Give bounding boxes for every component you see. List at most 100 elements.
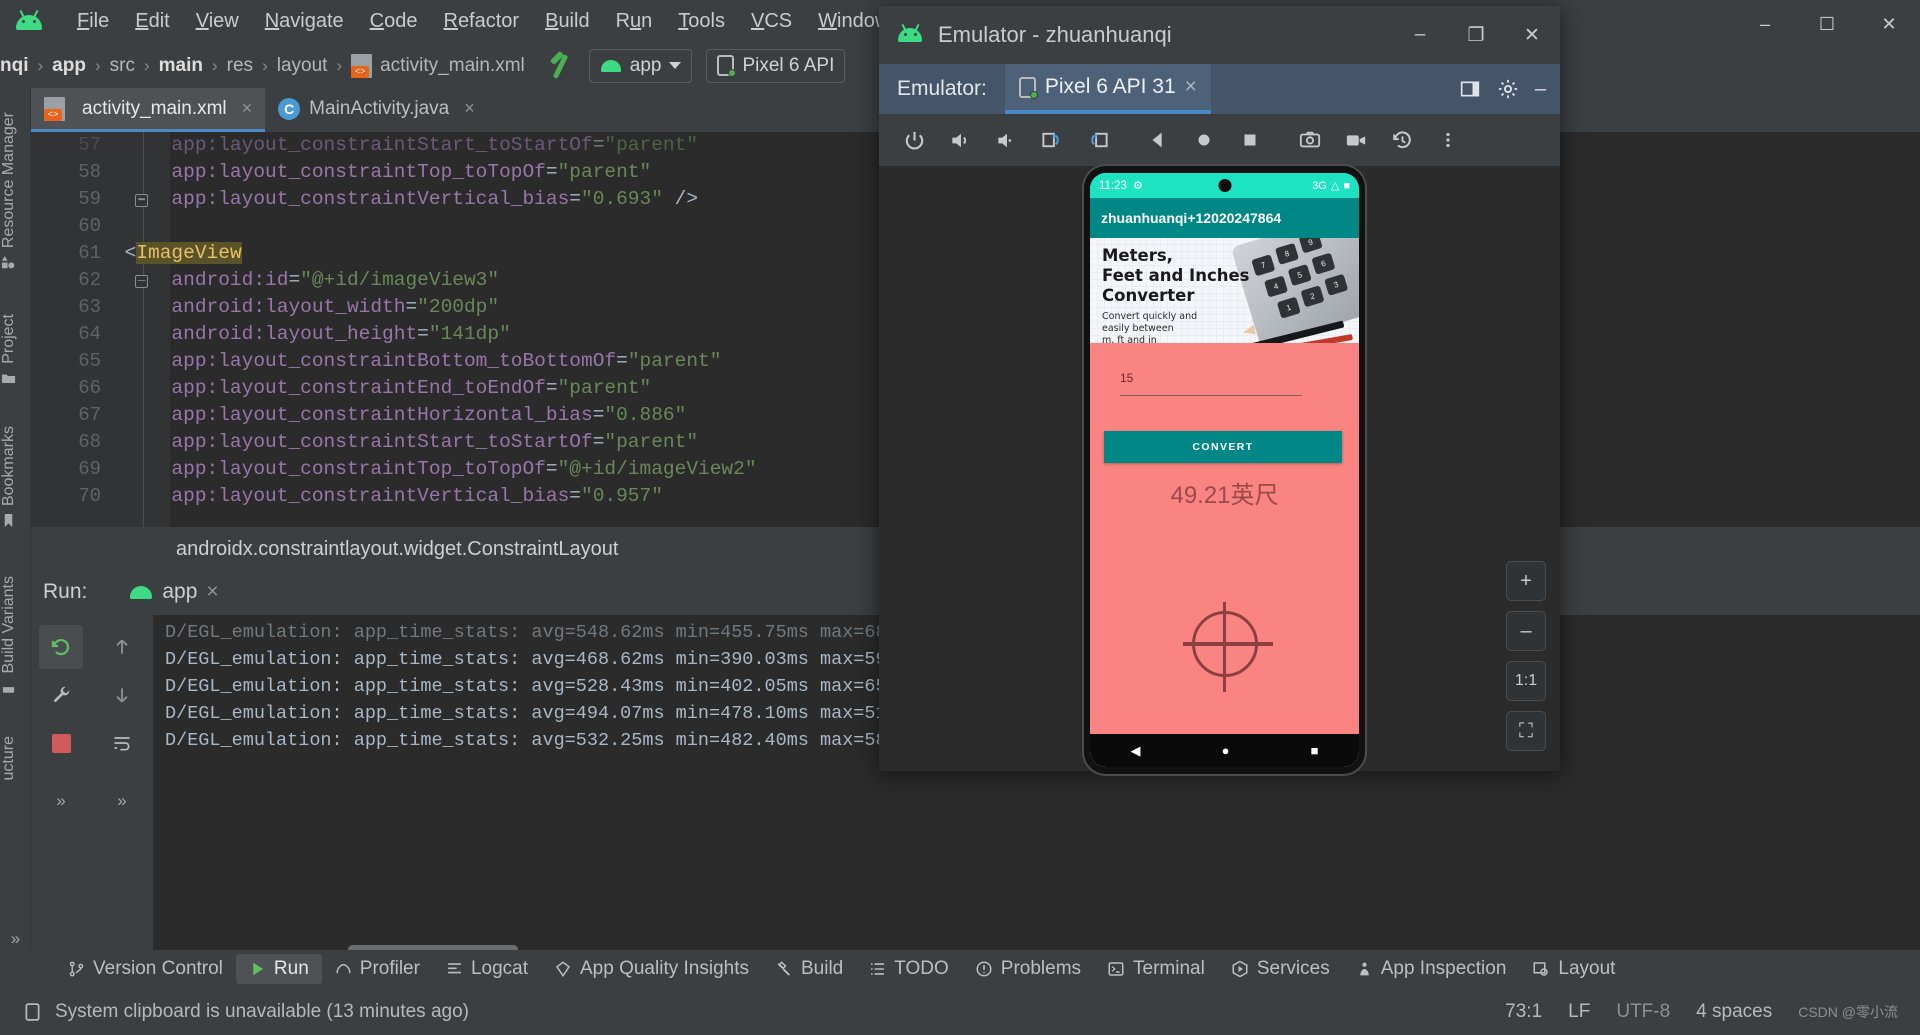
menu-edit[interactable]: Edit [122,8,182,35]
run-more-button[interactable]: » [39,779,83,823]
run-tab-close-icon[interactable]: × [206,580,218,604]
code-line[interactable]: android:id="@+id/imageView3" [31,267,499,294]
device-selector[interactable]: Pixel 6 API [706,49,845,83]
power-button[interactable] [891,117,937,163]
emulator-maximize-button[interactable]: ❐ [1448,10,1504,60]
bottom-tab-layout-inspector[interactable]: Layout [1519,954,1628,984]
breadcrumb-item-project[interactable]: nqi [0,55,29,77]
code-line[interactable]: app:layout_constraintEnd_toEndOf="parent… [31,375,651,402]
soft-wrap-button[interactable] [100,721,144,765]
breadcrumb-item-res[interactable]: res [227,55,253,77]
code-line[interactable]: app:layout_constraintVertical_bias="0.69… [31,186,698,213]
ide-close-button[interactable]: ✕ [1858,4,1920,44]
menu-file[interactable]: File [64,8,122,35]
indent-setting[interactable]: 4 spaces [1696,1001,1772,1023]
ide-minimize-button[interactable]: – [1734,4,1796,44]
menu-tools[interactable]: Tools [665,8,738,35]
home-button[interactable] [1181,117,1227,163]
menu-code[interactable]: Code [357,8,431,35]
bottom-tab-app-quality-insights[interactable]: App Quality Insights [541,954,762,984]
value-input-wrapper[interactable]: 15 [1120,371,1302,396]
record-button[interactable] [1333,117,1379,163]
bottom-tab-services[interactable]: Services [1218,954,1343,984]
bottom-tab-todo[interactable]: TODO [856,954,962,984]
file-encoding[interactable]: UTF-8 [1616,1001,1670,1023]
tab-activity-main-xml[interactable]: <> activity_main.xml × [31,88,265,132]
emulator-minimize-button[interactable]: – [1392,10,1448,60]
stop-button[interactable] [39,721,83,765]
bottom-tab-run[interactable]: Run [236,954,322,984]
zoom-actual-button[interactable]: 1:1 [1506,661,1546,701]
sidebar-item-bookmarks[interactable]: Bookmarks [0,418,18,536]
rail-expand-button[interactable]: » [0,929,31,949]
code-line[interactable]: app:layout_constraintStart_toStartOf="pa… [31,132,698,159]
screenshot-button[interactable] [1287,117,1333,163]
more-button[interactable] [1425,117,1471,163]
zoom-out-button[interactable]: – [1506,611,1546,651]
sidebar-item-project[interactable]: Project [0,306,18,394]
sidebar-item-resource-manager[interactable]: Resource Manager [0,104,18,278]
emulator-tab-close-icon[interactable]: × [1185,75,1197,99]
emulator-close-button[interactable]: ✕ [1504,10,1560,60]
breadcrumb-item-src[interactable]: src [110,55,135,77]
run-more-button-2[interactable]: » [100,779,144,823]
rotate-left-button[interactable] [1029,117,1075,163]
scroll-down-button[interactable] [100,673,144,717]
back-button[interactable] [1135,117,1181,163]
phone-screen[interactable]: 11:23 ⚙ 3G △ ■ zhuanhuanqi+12020247864 7… [1090,173,1359,767]
run-tab-app[interactable]: app × [101,580,218,604]
volume-down-button[interactable] [983,117,1029,163]
bottom-tab-version-control[interactable]: Version Control [55,954,236,984]
line-separator[interactable]: LF [1568,1001,1590,1023]
rerun-button[interactable] [39,625,83,669]
nav-back-icon[interactable]: ◀ [1131,743,1141,759]
bottom-tab-logcat[interactable]: Logcat [433,954,541,984]
zoom-in-button[interactable]: + [1506,561,1546,601]
nav-home-icon[interactable]: ● [1222,743,1230,758]
panel-icon[interactable] [1459,79,1481,99]
code-line[interactable]: app:layout_constraintBottom_toBottomOf="… [31,348,721,375]
bottom-tab-profiler[interactable]: Profiler [322,954,433,984]
menu-build[interactable]: Build [532,8,602,35]
overview-button[interactable] [1227,117,1273,163]
menu-view[interactable]: View [183,8,252,35]
nav-recents-icon[interactable]: ■ [1311,743,1319,758]
menu-refactor[interactable]: Refactor [430,8,532,35]
history-button[interactable] [1379,117,1425,163]
rotate-right-button[interactable] [1075,117,1121,163]
bottom-tab-build[interactable]: Build [762,954,856,984]
code-line[interactable]: app:layout_constraintTop_toTopOf="@+id/i… [31,456,757,483]
code-line[interactable]: app:layout_constraintTop_toTopOf="parent… [31,159,651,186]
emulator-tab-pixel6[interactable]: Pixel 6 API 31 × [1005,64,1211,114]
scroll-up-button[interactable] [100,625,144,669]
caret-position[interactable]: 73:1 [1505,1001,1542,1023]
bottom-tab-terminal[interactable]: Terminal [1094,954,1218,984]
code-line[interactable]: app:layout_constraintStart_toStartOf="pa… [31,429,698,456]
ide-maximize-button[interactable]: ☐ [1796,4,1858,44]
tab-close-icon[interactable]: × [242,98,253,119]
value-input[interactable]: 15 [1120,371,1302,395]
convert-button[interactable]: CONVERT [1104,431,1342,463]
gear-icon[interactable] [1497,78,1519,100]
menu-navigate[interactable]: Navigate [252,8,357,35]
settings-wrench-button[interactable] [39,673,83,717]
menu-vcs[interactable]: VCS [738,8,805,35]
code-line[interactable]: app:layout_constraintHorizontal_bias="0.… [31,402,686,429]
fold-up-marker[interactable]: ━ [135,194,148,207]
tab-close-icon[interactable]: × [464,98,475,119]
sidebar-item-build-variants[interactable]: Build Variants [0,568,18,704]
breadcrumb-item-file[interactable]: activity_main.xml [380,55,525,77]
bottom-tab-app-inspection[interactable]: App Inspection [1343,954,1520,984]
volume-up-button[interactable] [937,117,983,163]
run-configuration-selector[interactable]: app [589,49,693,83]
bottom-tab-problems[interactable]: Problems [962,954,1094,984]
menu-run[interactable]: Run [603,8,666,35]
code-line[interactable]: android:layout_height="141dp" [31,321,511,348]
tab-mainactivity-java[interactable]: C MainActivity.java × [265,88,488,132]
code-line[interactable]: android:layout_width="200dp" [31,294,499,321]
breadcrumb-item-app[interactable]: app [52,55,86,77]
sidebar-item-structure[interactable]: ucture [0,728,18,788]
emulator-collapse-button[interactable]: – [1535,78,1546,101]
breadcrumb-item-layout[interactable]: layout [277,55,328,77]
build-hammer-icon[interactable] [547,52,575,80]
